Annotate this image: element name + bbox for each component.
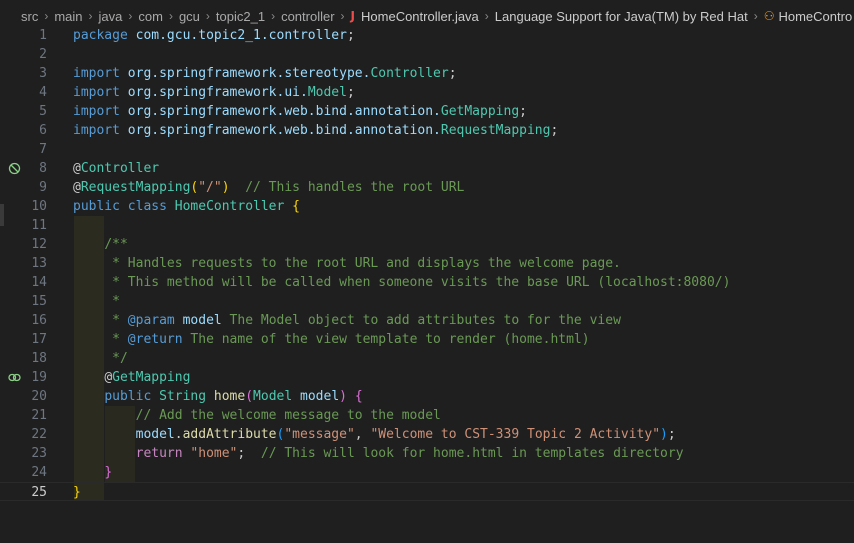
code-line[interactable]: 18 */ (0, 349, 854, 368)
code-text: */ (104, 351, 128, 366)
breadcrumb-item-src[interactable]: src (21, 9, 38, 24)
chevron-right-icon: › (128, 9, 133, 23)
line-number: 8 (39, 161, 47, 176)
code-line[interactable]: 1 package com.gcu.topic2_1.controller; (0, 26, 854, 45)
code-text: import org.springframework.web.bind.anno… (73, 123, 559, 138)
line-number: 11 (31, 218, 47, 233)
line-number: 3 (39, 66, 47, 81)
line-number: 7 (39, 142, 47, 157)
code-text: public class HomeController { (73, 199, 300, 214)
code-line[interactable]: 17 * @return The name of the view templa… (0, 330, 854, 349)
code-text: package com.gcu.topic2_1.controller; (73, 28, 355, 43)
code-text: @GetMapping (104, 370, 191, 385)
breadcrumb-item-main[interactable]: main (54, 9, 82, 24)
code-line[interactable]: 9 @RequestMapping("/") // This handles t… (0, 178, 854, 197)
breadcrumb-language-provider[interactable]: Language Support for Java(TM) by Red Hat (495, 9, 748, 24)
java-file-icon: J (350, 9, 356, 23)
line-number: 1 (39, 28, 47, 43)
code-line[interactable]: 6 import org.springframework.web.bind.an… (0, 121, 854, 140)
code-line[interactable]: 23 return "home"; // This will look for … (0, 444, 854, 463)
code-text: return "home"; // This will look for hom… (135, 446, 684, 461)
code-text: @Controller (73, 161, 160, 176)
chevron-right-icon: › (88, 9, 93, 23)
code-line[interactable]: 15 * (0, 292, 854, 311)
line-number: 21 (31, 408, 47, 423)
code-text: import org.springframework.stereotype.Co… (73, 66, 457, 81)
line-number: 14 (31, 275, 47, 290)
code-text: import org.springframework.ui.Model; (73, 85, 355, 100)
line-number: 22 (31, 427, 47, 442)
chevron-right-icon: › (44, 9, 49, 23)
code-line-current[interactable]: 25 } (0, 482, 854, 501)
line-number: 24 (31, 465, 47, 480)
code-text: * (104, 294, 120, 309)
chevron-right-icon: › (205, 9, 210, 23)
code-line[interactable]: 2 (0, 45, 854, 64)
line-number: 9 (39, 180, 47, 195)
code-text: /** (104, 237, 128, 252)
code-line[interactable]: 24 } (0, 463, 854, 482)
code-line[interactable]: 13 * Handles requests to the root URL an… (0, 254, 854, 273)
code-line[interactable]: 7 (0, 140, 854, 159)
breadcrumb-item-gcu[interactable]: gcu (179, 9, 200, 24)
line-number: 25 (31, 485, 47, 500)
line-number: 16 (31, 313, 47, 328)
code-text: // Add the welcome message to the model (135, 408, 441, 423)
line-number: 23 (31, 446, 47, 461)
code-line[interactable]: 20 public String home(Model model) { (0, 387, 854, 406)
code-text: * This method will be called when someon… (104, 275, 731, 290)
line-number: 13 (31, 256, 47, 271)
code-text: * @return The name of the view template … (104, 332, 590, 347)
code-line[interactable]: 22 model.addAttribute("message", "Welcom… (0, 425, 854, 444)
code-line[interactable]: 14 * This method will be called when som… (0, 273, 854, 292)
line-number: 10 (31, 199, 47, 214)
code-line[interactable]: 4 import org.springframework.ui.Model; (0, 83, 854, 102)
breadcrumb-item-com[interactable]: com (138, 9, 163, 24)
class-symbol-icon: ⚇ (763, 9, 775, 23)
code-line[interactable]: 8 @Controller (0, 159, 854, 178)
breadcrumb-item-controller[interactable]: controller (281, 9, 334, 24)
code-text: } (73, 485, 81, 500)
code-line[interactable]: 21 // Add the welcome message to the mod… (0, 406, 854, 425)
breadcrumb-file[interactable]: HomeController.java (361, 9, 479, 24)
code-editor[interactable]: 1 package com.gcu.topic2_1.controller; 2… (0, 26, 854, 543)
line-number: 18 (31, 351, 47, 366)
chevron-right-icon: › (753, 9, 758, 23)
chevron-right-icon: › (484, 9, 489, 23)
code-text: public String home(Model model) { (104, 389, 363, 404)
breadcrumb-item-topic2_1[interactable]: topic2_1 (216, 9, 265, 24)
code-line[interactable]: 16 * @param model The Model object to ad… (0, 311, 854, 330)
line-number: 12 (31, 237, 47, 252)
code-line[interactable]: 5 import org.springframework.web.bind.an… (0, 102, 854, 121)
code-line[interactable]: 11 (0, 216, 854, 235)
line-number: 19 (31, 370, 47, 385)
line-number: 15 (31, 294, 47, 309)
line-number: 5 (39, 104, 47, 119)
code-text: import org.springframework.web.bind.anno… (73, 104, 527, 119)
code-line[interactable]: 3 import org.springframework.stereotype.… (0, 64, 854, 83)
line-number: 4 (39, 85, 47, 100)
line-number: 2 (39, 47, 47, 62)
code-line[interactable]: 10 public class HomeController { (0, 197, 854, 216)
chevron-right-icon: › (168, 9, 173, 23)
code-text: model.addAttribute("message", "Welcome t… (135, 427, 676, 442)
line-number: 17 (31, 332, 47, 347)
code-text: * Handles requests to the root URL and d… (104, 256, 621, 271)
breadcrumb-item-java[interactable]: java (99, 9, 123, 24)
chevron-right-icon: › (271, 9, 276, 23)
code-text: * @param model The Model object to add a… (104, 313, 621, 328)
code-text: } (104, 465, 113, 480)
chevron-right-icon: › (340, 9, 345, 23)
breadcrumb-symbol[interactable]: HomeContro (778, 9, 852, 24)
code-text: @RequestMapping("/") // This handles the… (73, 180, 465, 195)
code-line[interactable]: 19 @GetMapping (0, 368, 854, 387)
code-line[interactable]: 12 /** (0, 235, 854, 254)
line-number: 6 (39, 123, 47, 138)
line-number: 20 (31, 389, 47, 404)
